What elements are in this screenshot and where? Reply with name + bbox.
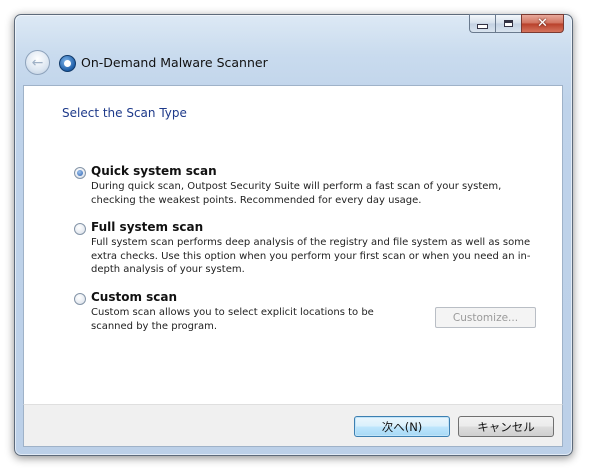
full-scan-radio[interactable] (74, 223, 86, 235)
button-footer: 次へ(N) キャンセル (23, 404, 563, 447)
option-label[interactable]: Custom scan (91, 290, 177, 304)
caption-buttons: ✕ (469, 14, 564, 34)
close-button[interactable]: ✕ (521, 14, 564, 33)
back-button[interactable]: ← (25, 50, 50, 75)
cancel-button[interactable]: キャンセル (458, 416, 554, 437)
minimize-icon (477, 24, 488, 29)
close-icon: ✕ (537, 16, 548, 31)
page-heading: Select the Scan Type (62, 106, 187, 120)
minimize-button[interactable] (469, 14, 495, 33)
quick-scan-radio[interactable] (74, 167, 86, 179)
app-shield-icon (59, 55, 76, 72)
window-title: On-Demand Malware Scanner (81, 55, 268, 70)
customize-button[interactable]: Customize... (435, 307, 536, 328)
option-description: Custom scan allows you to select explici… (91, 307, 374, 332)
content-panel: Select the Scan Type Quick system scan D… (23, 85, 563, 418)
maximize-button[interactable] (495, 14, 521, 33)
custom-scan-radio[interactable] (74, 293, 86, 305)
option-description: Full system scan performs deep analysis … (91, 237, 531, 275)
maximize-icon (504, 20, 513, 27)
option-description: During quick scan, Outpost Security Suit… (91, 181, 502, 206)
dialog-window: ✕ ← On-Demand Malware Scanner Select the… (14, 14, 573, 456)
option-label[interactable]: Full system scan (91, 220, 203, 234)
option-label[interactable]: Quick system scan (91, 164, 217, 178)
back-arrow-icon: ← (31, 54, 44, 71)
next-button[interactable]: 次へ(N) (354, 416, 450, 437)
